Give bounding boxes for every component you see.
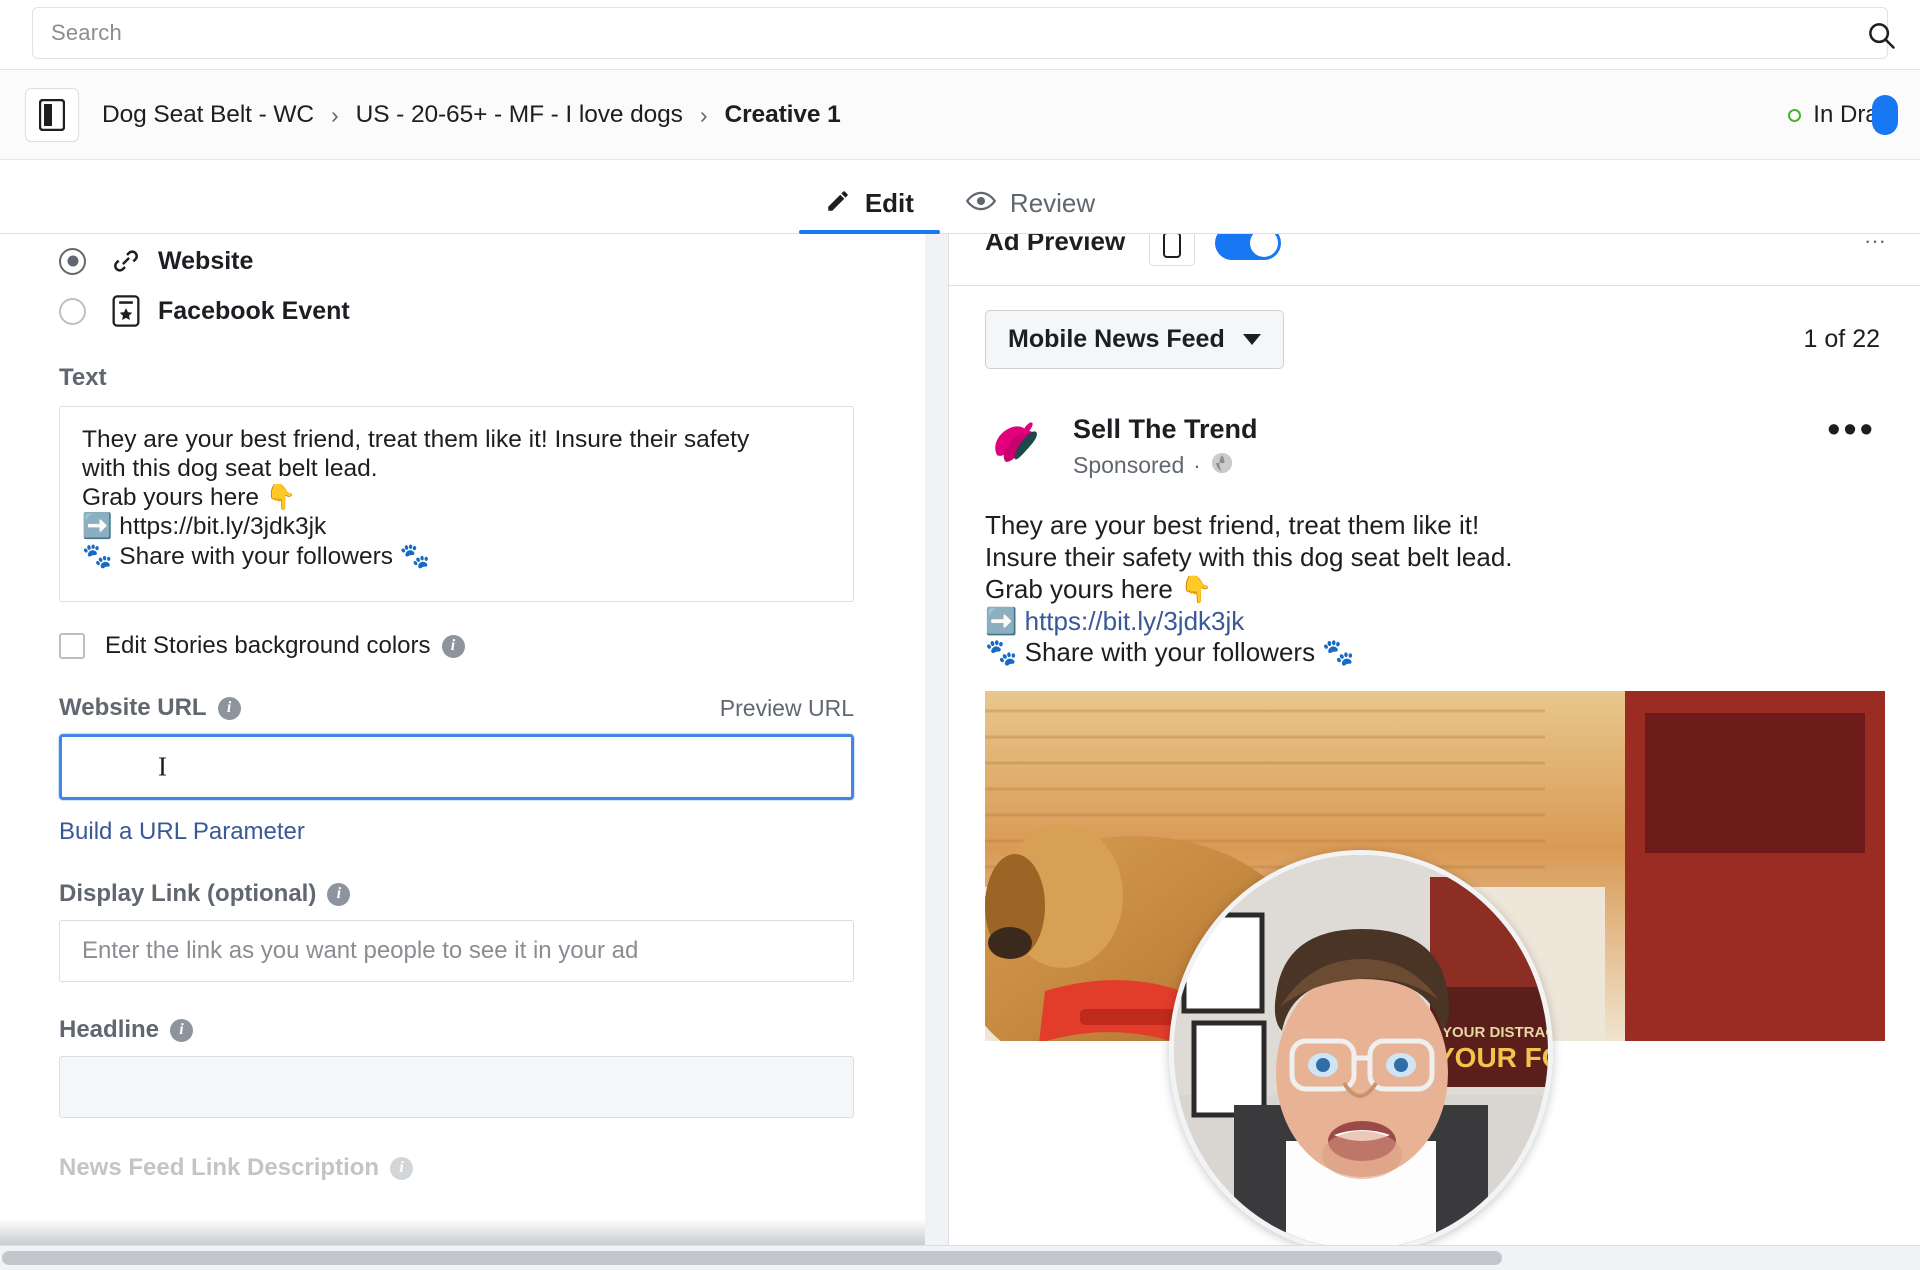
stories-background-label: Edit Stories background colors i (105, 632, 465, 660)
placement-select[interactable]: Mobile News Feed (985, 310, 1284, 369)
scrollbar-thumb[interactable] (2, 1251, 1502, 1265)
display-link-label: Display Link (optional) i (59, 880, 925, 908)
arrow-emoji-icon: ➡️ (985, 605, 1018, 636)
breadcrumb: Dog Seat Belt - WC › US - 20-65+ - MF - … (102, 101, 841, 129)
ad-sponsored-label: Sponsored (1073, 452, 1185, 479)
creative-form-panel: Website Facebook Event Text They are you… (0, 234, 925, 1245)
ad-share-text: Share with your followers (1024, 637, 1316, 668)
destination-option-facebook-event[interactable]: Facebook Event (59, 288, 925, 334)
ad-preview-title: Ad Preview (985, 234, 1126, 256)
ad-header: Sell The Trend Sponsored · ••• (949, 409, 1920, 480)
breadcrumb-separator: › (699, 101, 708, 128)
eye-icon (965, 188, 996, 219)
tab-edit-label: Edit (864, 188, 914, 218)
breadcrumb-item-creative[interactable]: Creative 1 (725, 101, 841, 129)
text-line: They are your best friend, treat them li… (82, 426, 750, 453)
website-url-label-row: Website URL i Preview URL (59, 694, 854, 722)
ad-share-line: 🐾 Share with your followers 🐾 (985, 637, 1880, 669)
display-link-input[interactable]: Enter the link as you want people to see… (59, 920, 854, 982)
svg-text:YOUR FO: YOUR FO (1436, 1042, 1548, 1073)
ad-url-text[interactable]: https://bit.ly/3jdk3jk (1025, 606, 1245, 636)
mobile-icon[interactable] (1149, 234, 1196, 266)
ad-creative-icon[interactable] (25, 88, 79, 142)
ad-brand-meta: Sell The Trend Sponsored · (1073, 409, 1827, 480)
ad-text-line: They are your best friend, treat them li… (985, 510, 1480, 541)
search-placeholder: Search (51, 20, 122, 45)
stories-background-checkbox[interactable] (59, 633, 85, 659)
globe-icon (1210, 451, 1234, 480)
text-line-url: ➡️ https://bit.ly/3jdk3jk (82, 513, 327, 541)
radio-facebook-event[interactable] (59, 297, 86, 325)
tab-review-label: Review (1009, 188, 1096, 218)
search-icon[interactable] (1864, 18, 1898, 52)
primary-text-textarea[interactable]: They are your best friend, treat them li… (59, 406, 854, 602)
app-root: Search Dog Seat Belt - WC › US - 20-65+ … (0, 0, 1920, 1270)
website-url-label: Website URL i (59, 694, 241, 722)
placement-toolbar: Mobile News Feed 1 of 22 (949, 286, 1920, 369)
paw-emoji-icon: 🐾 (985, 637, 1018, 668)
info-icon[interactable]: i (170, 1018, 194, 1042)
info-icon[interactable]: i (217, 696, 241, 720)
preview-toggle[interactable] (1215, 234, 1282, 260)
search-bar: Search (0, 0, 1920, 70)
preview-header-meta: ··· (1864, 234, 1886, 253)
edit-stories-background-row[interactable]: Edit Stories background colors i (59, 632, 925, 660)
text-line: 🐾 Share with your followers 🐾 (82, 542, 431, 570)
breadcrumb-item-adset[interactable]: US - 20-65+ - MF - I love dogs (356, 101, 683, 129)
tab-edit[interactable]: Edit (798, 188, 941, 234)
tab-review[interactable]: Review (940, 188, 1121, 233)
headline-input[interactable] (59, 1056, 854, 1118)
ad-preview-header: Ad Preview ··· (949, 234, 1920, 286)
info-icon[interactable]: i (441, 634, 465, 658)
status-badge: In Draft (1788, 95, 1898, 135)
ad-url-line: ➡️ https://bit.ly/3jdk3jk (985, 606, 1880, 638)
horizontal-scrollbar[interactable] (0, 1245, 1920, 1270)
text-cursor-icon: I (158, 751, 167, 782)
separator-dot: · (1193, 452, 1201, 478)
link-icon (109, 244, 143, 278)
pencil-icon (825, 188, 851, 219)
text-line: with this dog seat belt lead. (82, 455, 378, 483)
info-icon[interactable]: i (327, 882, 351, 906)
ad-brand-name: Sell The Trend (1073, 414, 1258, 444)
ad-sponsored-row: Sponsored · (1073, 451, 1827, 480)
ad-text-line: Insure their safety with this dog seat b… (985, 542, 1513, 573)
preview-url-link[interactable]: Preview URL (720, 695, 854, 722)
radio-website[interactable] (59, 247, 86, 275)
svg-text:YOUR DISTRAC: YOUR DISTRAC (1442, 1024, 1548, 1041)
destination-event-label: Facebook Event (158, 296, 350, 325)
build-url-parameter-link[interactable]: Build a URL Parameter (59, 818, 925, 846)
mode-tabs: Edit Review (0, 160, 1920, 234)
destination-website-label: Website (158, 246, 254, 275)
event-icon (109, 294, 143, 328)
website-url-input[interactable]: I (59, 734, 854, 800)
breadcrumb-separator: › (330, 101, 339, 128)
ad-text-line: Grab yours here 👇 (985, 573, 1213, 604)
display-link-placeholder: Enter the link as you want people to see… (82, 937, 639, 964)
preview-count: 1 of 22 (1803, 325, 1880, 353)
placement-select-label: Mobile News Feed (1008, 325, 1225, 353)
headline-label: Headline i (59, 1016, 925, 1044)
text-field-label: Text (59, 364, 107, 391)
news-feed-link-description-label: News Feed Link Description i (59, 1154, 925, 1182)
presenter-webcam-overlay: YOUR DISTRAC YOUR FO (1169, 850, 1553, 1254)
workspace: Website Facebook Event Text They are you… (0, 234, 1920, 1254)
text-line: Grab yours here 👇 (82, 484, 297, 512)
search-input[interactable]: Search (32, 7, 1888, 59)
breadcrumb-item-campaign[interactable]: Dog Seat Belt - WC (102, 101, 314, 129)
info-icon[interactable]: i (390, 1156, 414, 1180)
more-options-icon[interactable]: ••• (1827, 409, 1876, 449)
breadcrumb-bar: Dog Seat Belt - WC › US - 20-65+ - MF - … (0, 71, 1920, 160)
status-dot-icon (1788, 108, 1802, 122)
paw-emoji-icon: 🐾 (1322, 637, 1355, 668)
panel-bottom-fade (0, 1219, 925, 1245)
ad-body: They are your best friend, treat them li… (949, 480, 1920, 669)
brand-logo-icon (985, 409, 1051, 475)
primary-action-button[interactable] (1872, 95, 1898, 135)
destination-option-website[interactable]: Website (59, 238, 925, 284)
chevron-down-icon (1242, 334, 1261, 345)
